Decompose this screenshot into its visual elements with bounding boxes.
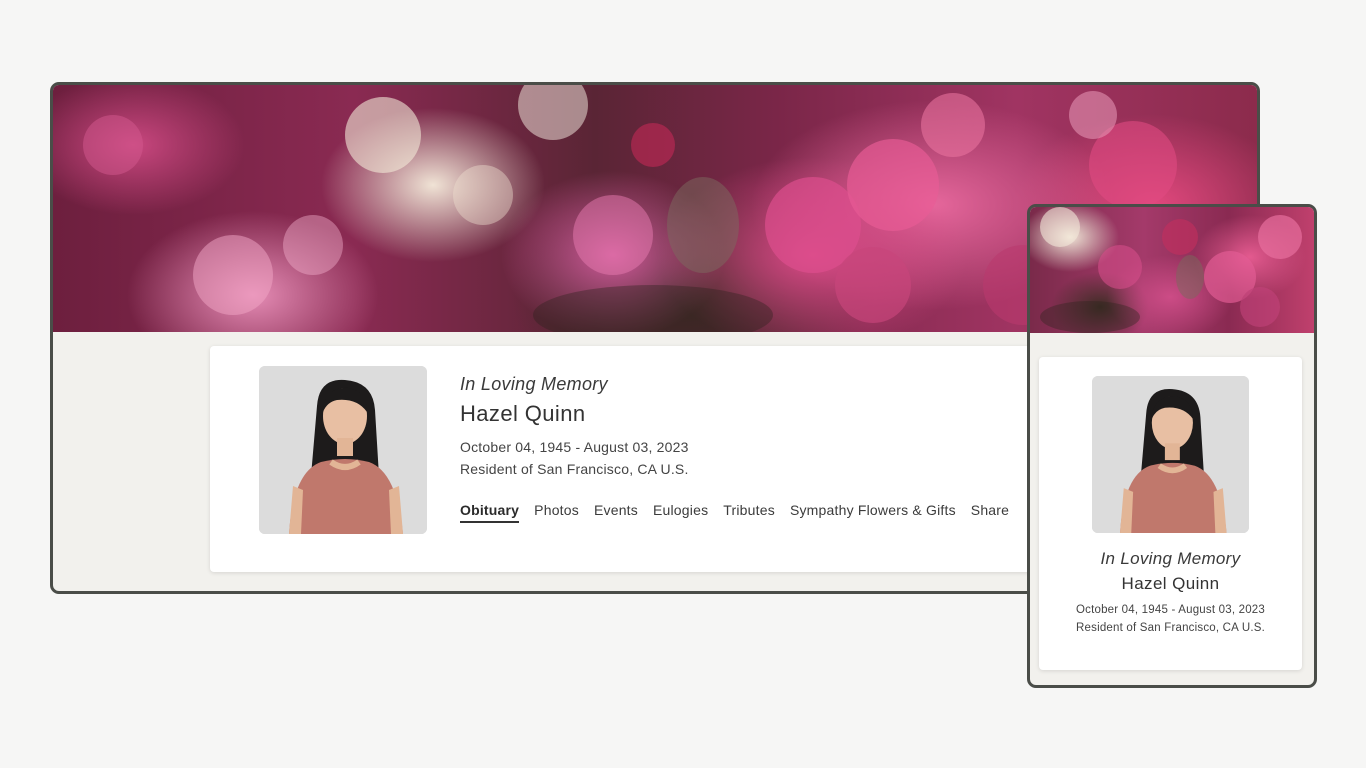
person-portrait-image bbox=[259, 366, 427, 534]
mobile-floral-banner-image bbox=[1040, 207, 1302, 333]
tab-sympathy-flowers-gifts[interactable]: Sympathy Flowers & Gifts bbox=[790, 502, 956, 523]
mobile-memorial-card: In Loving Memory Hazel Quinn October 04,… bbox=[1039, 357, 1302, 670]
life-dates: October 04, 1945 - August 03, 2023 bbox=[460, 439, 689, 455]
mobile-person-portrait-image bbox=[1092, 376, 1249, 533]
stage: In Loving Memory Hazel Quinn October 04,… bbox=[0, 0, 1366, 768]
mobile-memorial-heading: In Loving Memory bbox=[1100, 549, 1241, 568]
tab-share[interactable]: Share bbox=[971, 502, 1009, 523]
mobile-hero-floral-banner bbox=[1030, 207, 1314, 333]
mobile-residence: Resident of San Francisco, CA U.S. bbox=[1076, 622, 1265, 634]
tab-tributes[interactable]: Tributes bbox=[723, 502, 775, 523]
tab-obituary[interactable]: Obituary bbox=[460, 502, 520, 523]
mobile-portrait-photo bbox=[1092, 376, 1249, 533]
portrait-photo bbox=[259, 366, 427, 534]
person-name: Hazel Quinn bbox=[460, 401, 586, 426]
tab-events[interactable]: Events bbox=[594, 502, 638, 523]
memorial-heading: In Loving Memory bbox=[460, 374, 608, 394]
tab-photos[interactable]: Photos bbox=[534, 502, 579, 523]
mobile-person-name: Hazel Quinn bbox=[1121, 574, 1220, 593]
mobile-memorial-text: In Loving Memory Hazel Quinn October 04,… bbox=[1039, 549, 1302, 634]
residence: Resident of San Francisco, CA U.S. bbox=[460, 461, 689, 477]
mobile-life-dates: October 04, 1945 - August 03, 2023 bbox=[1075, 604, 1265, 616]
memorial-text-block: In Loving Memory Hazel Quinn October 04,… bbox=[460, 374, 689, 477]
memorial-tabs: Obituary Photos Events Eulogies Tributes… bbox=[460, 502, 1009, 523]
mobile-preview-frame: In Loving Memory Hazel Quinn October 04,… bbox=[1027, 204, 1317, 688]
tab-eulogies[interactable]: Eulogies bbox=[653, 502, 708, 523]
